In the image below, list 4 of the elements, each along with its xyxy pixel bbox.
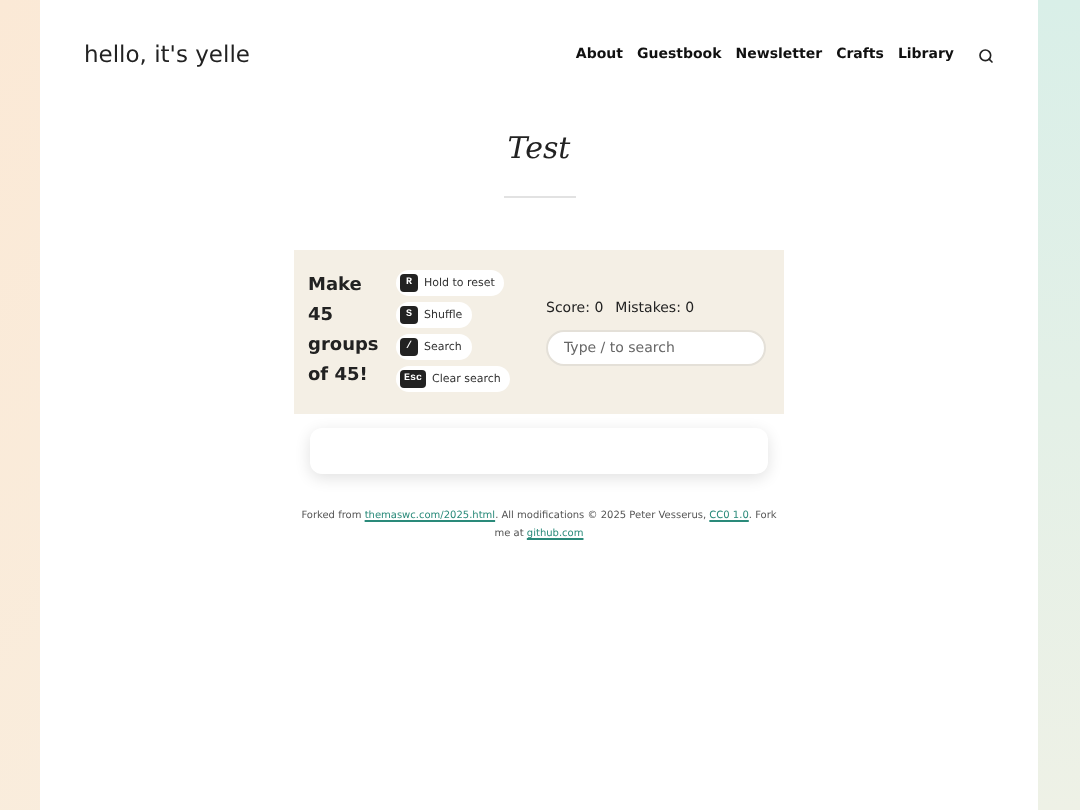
site-title[interactable]: hello, it's yelle <box>84 38 250 73</box>
search-icon[interactable] <box>978 47 994 64</box>
game-heading: Make 45 groups of 45! <box>308 273 380 390</box>
page-title: Test <box>507 128 571 171</box>
